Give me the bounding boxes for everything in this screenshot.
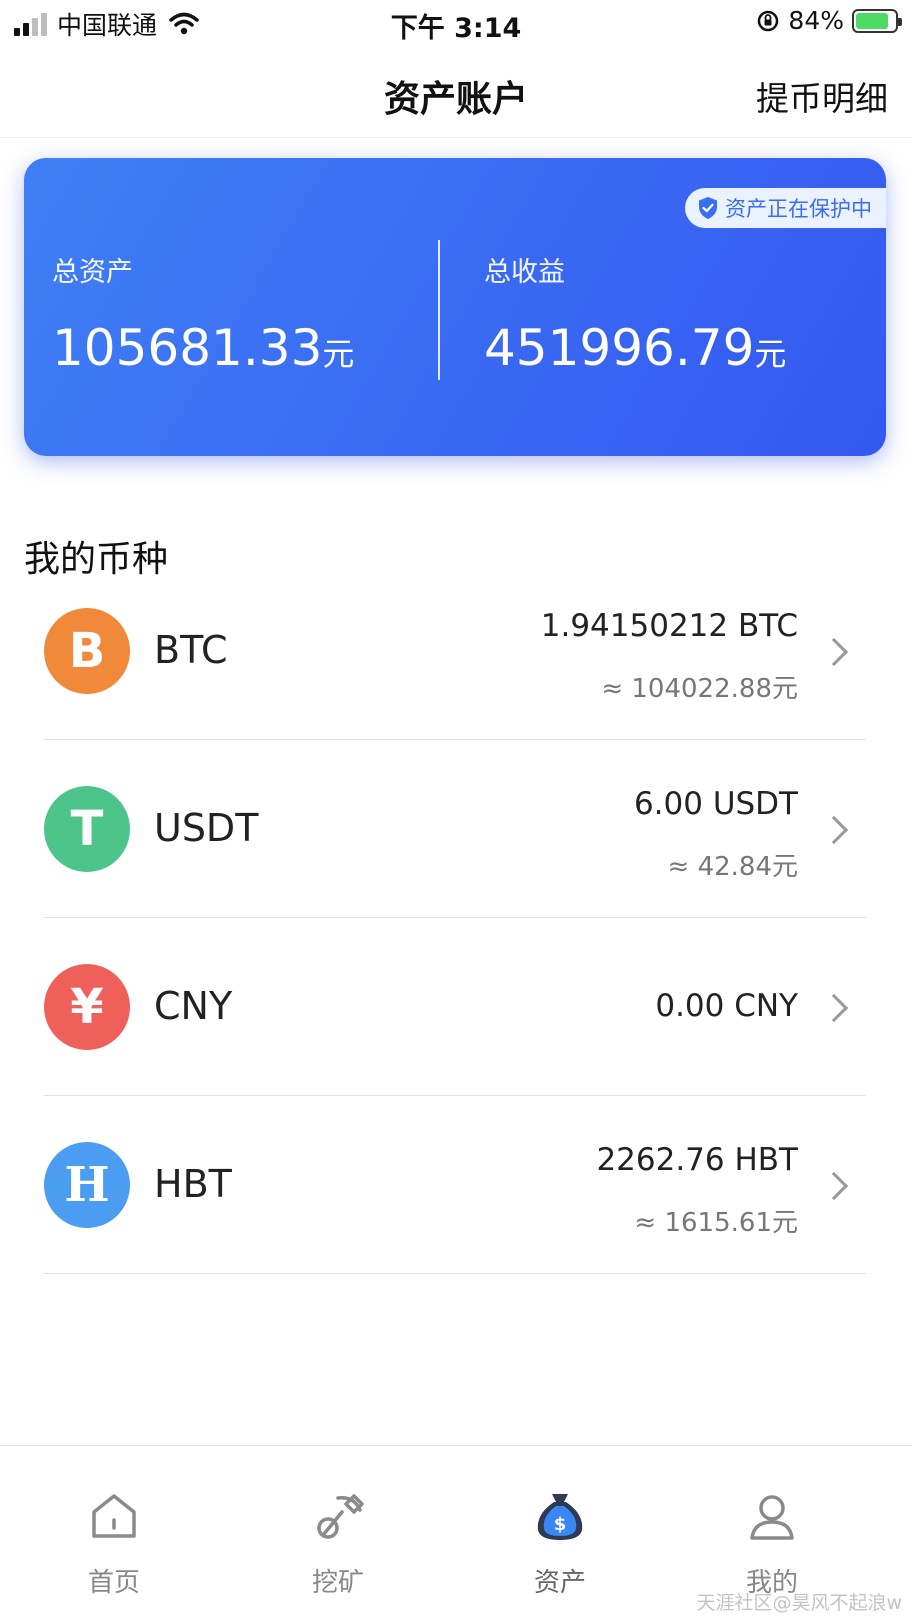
orientation-lock-icon: [758, 10, 779, 31]
total-income-unit: 元: [754, 335, 787, 373]
total-assets-value-line: 105681.33元: [52, 319, 354, 377]
tab-assets[interactable]: $ 资产: [500, 1486, 620, 1599]
money-bag-icon: $: [537, 1494, 583, 1540]
coin-glyph: ¥: [70, 979, 104, 1035]
chevron-right-icon: [819, 637, 849, 667]
total-assets-label: 总资产: [52, 257, 133, 288]
home-icon: [92, 1494, 136, 1538]
tab-label: 资产: [533, 1568, 586, 1598]
shield-icon: [699, 197, 717, 219]
watermark: 天涯社区@昊风不起浪w: [696, 1592, 902, 1614]
coin-row-hbt[interactable]: H HBT 2262.76 HBT ≈ 1615.61元: [44, 1096, 866, 1274]
coin-amount: 1.94150212 BTC: [540, 608, 798, 644]
coin-name: CNY: [154, 984, 233, 1028]
total-assets: 总资产 105681.33元: [52, 250, 354, 377]
tether-icon: T: [44, 786, 130, 872]
battery-percent: 84%: [788, 6, 844, 35]
chevron-right-icon: [819, 993, 849, 1023]
mining-icon: [317, 1494, 364, 1539]
battery-icon: [852, 8, 902, 33]
coin-amount: 2262.76 HBT: [596, 1142, 798, 1178]
protection-badge: 资产正在保护中: [685, 188, 886, 228]
coin-glyph: T: [70, 801, 104, 857]
coin-name: BTC: [154, 628, 228, 672]
total-income-value: 451996.79: [484, 319, 755, 377]
chevron-right-icon: [819, 815, 849, 845]
user-icon: [750, 1495, 794, 1540]
coin-row-usdt[interactable]: T USDT 6.00 USDT ≈ 42.84元: [44, 740, 866, 918]
tab-label: 挖矿: [311, 1568, 364, 1598]
withdraw-detail-link[interactable]: 提币明细: [756, 72, 888, 120]
protection-badge-label: 资产正在保护中: [725, 197, 872, 221]
tab-bar: 首页 挖矿 $ 资产 我的 天涯社区@昊风不起浪w: [0, 1445, 912, 1621]
coin-row-btc[interactable]: B BTC 1.94150212 BTC ≈ 104022.88元: [44, 562, 866, 740]
coin-cny-value: ≈ 104022.88元: [601, 674, 798, 704]
total-income-value-line: 451996.79元: [484, 319, 786, 377]
coin-glyph: H: [64, 1157, 110, 1213]
coin-name: HBT: [154, 1162, 232, 1206]
status-bar: 中国联通 下午 3:14 84%: [0, 0, 912, 48]
total-income-label: 总收益: [484, 257, 565, 288]
card-divider: [438, 240, 440, 380]
status-right: 84%: [756, 6, 902, 35]
bitcoin-icon: B: [44, 608, 130, 694]
asset-summary-card: 资产正在保护中 总资产 105681.33元 总收益 451996.79元: [24, 158, 886, 456]
total-income: 总收益 451996.79元: [484, 250, 786, 377]
coin-cny-value: ≈ 42.84元: [667, 852, 798, 882]
total-assets-unit: 元: [322, 335, 355, 373]
yuan-icon: ¥: [44, 964, 130, 1050]
coin-cny-value: ≈ 1615.61元: [634, 1208, 798, 1238]
coin-row-cny[interactable]: ¥ CNY 0.00 CNY: [44, 918, 866, 1096]
tab-label: 首页: [87, 1568, 140, 1598]
coin-amount: 0.00 CNY: [655, 988, 798, 1024]
coin-amount: 6.00 USDT: [633, 786, 798, 822]
nav-bar: 资产账户 提币明细: [0, 48, 912, 138]
hbt-icon: H: [44, 1142, 130, 1228]
tab-mining[interactable]: 挖矿: [278, 1486, 398, 1599]
tab-home[interactable]: 首页: [54, 1486, 174, 1599]
svg-text:$: $: [554, 1514, 567, 1535]
coin-glyph: B: [68, 623, 106, 679]
chevron-right-icon: [819, 1171, 849, 1201]
tab-mine[interactable]: 我的: [712, 1486, 832, 1599]
total-assets-value: 105681.33: [52, 319, 323, 377]
coin-name: USDT: [154, 806, 259, 850]
